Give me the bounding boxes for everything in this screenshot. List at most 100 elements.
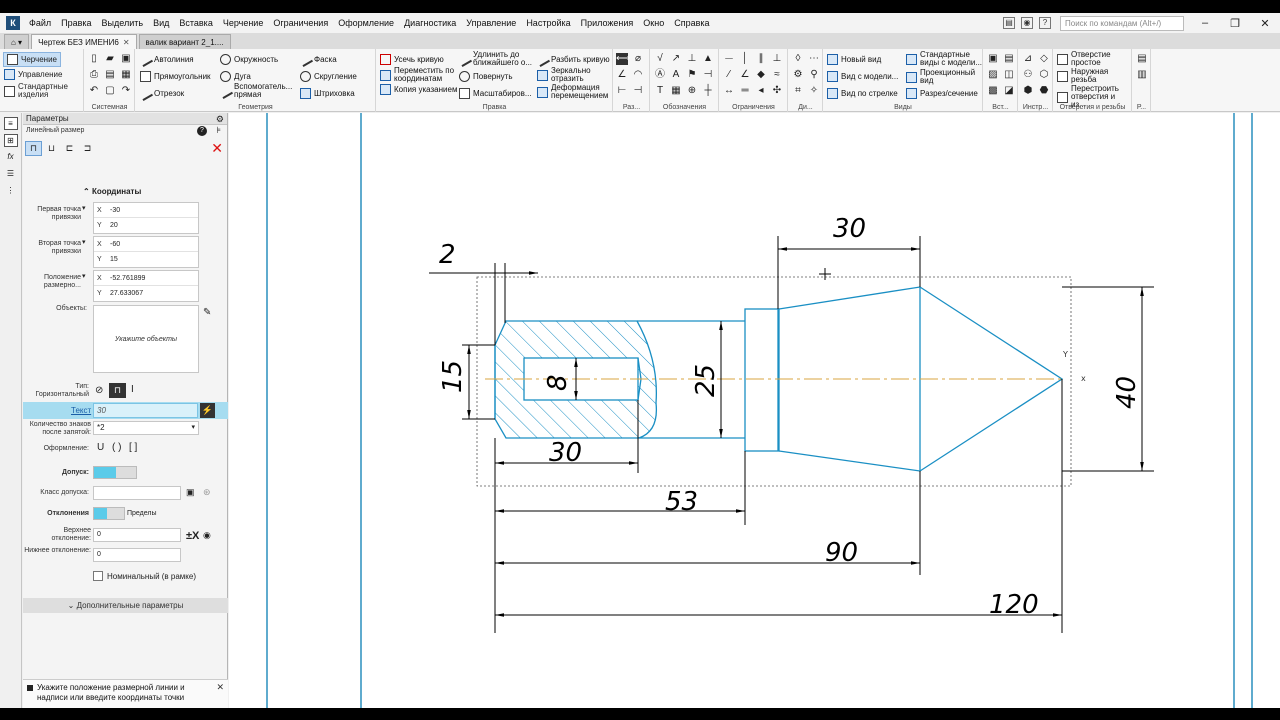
diag-icon-1[interactable]: ◊ — [792, 53, 804, 65]
redo-icon[interactable]: ↷ — [120, 85, 132, 97]
menu-window[interactable]: Окно — [638, 18, 669, 28]
chevron-down-icon[interactable]: ▾ — [82, 272, 86, 280]
chevron-down-icon[interactable]: ▾ — [82, 238, 86, 246]
tree-icon[interactable]: ⊧ — [216, 125, 221, 136]
menu-manage[interactable]: Управление — [461, 18, 521, 28]
undo-icon[interactable]: ↶ — [88, 85, 100, 97]
equal-len-icon[interactable]: ═ — [739, 85, 751, 97]
radial-dim-icon[interactable]: ◠ — [632, 69, 644, 81]
catalog-icon[interactable]: ▣ — [186, 487, 195, 498]
additional-params-toggle[interactable]: ⌄ Дополнительные параметры — [23, 598, 228, 613]
parameters-panel-icon[interactable]: ≡ — [3, 117, 18, 130]
image-icon[interactable]: ▣ — [987, 53, 999, 65]
scale-button[interactable]: Масштабиров... — [459, 88, 532, 99]
deform-button[interactable]: Деформация перемещением — [537, 84, 611, 100]
base-icon[interactable]: ▲ — [702, 53, 714, 65]
vertical-icon[interactable]: │ — [739, 53, 751, 65]
chevron-down-icon[interactable]: ▾ — [82, 204, 86, 212]
fillet-button[interactable]: Скругление — [300, 71, 357, 82]
save-icon[interactable]: ▣ — [120, 53, 132, 65]
swap-deviations-icon[interactable]: ±X — [186, 530, 199, 542]
screenshot-icon[interactable]: ◉ — [1021, 17, 1033, 29]
tag-icon[interactable]: ⚑ — [686, 69, 698, 81]
measure-icon[interactable]: ⊿ — [1022, 53, 1034, 65]
x-field[interactable]: X -30 — [94, 203, 198, 218]
coincident-icon[interactable]: ↔ — [723, 85, 735, 97]
tree-panel-icon[interactable]: ⊞ — [3, 134, 18, 147]
diag-icon-5[interactable]: ⌗ — [792, 85, 804, 97]
text-label[interactable]: Текст — [71, 406, 91, 415]
y-field[interactable]: Y 15 — [94, 252, 198, 267]
decimals-select[interactable]: *2 ▾ — [93, 421, 199, 435]
tool3-icon[interactable]: ⚇ — [1022, 69, 1034, 81]
deviations-label[interactable]: Отклонения — [23, 510, 89, 518]
dim-text-8[interactable]: 8 — [543, 374, 573, 391]
dim-mode-base-icon[interactable]: ⊏ — [61, 141, 78, 156]
aux-line-button[interactable]: Вспомогатель... прямая — [217, 83, 296, 99]
mode-manage[interactable]: Управление — [4, 69, 62, 80]
perpendicular-icon[interactable]: ⊥ — [771, 53, 783, 65]
collinear-icon[interactable]: ✣ — [771, 85, 783, 97]
arrow-view-button[interactable]: Вид по стрелке — [827, 88, 898, 99]
gear-icon[interactable]: ⚙ — [216, 113, 224, 125]
home-icon[interactable]: ⌂ ▾ — [4, 34, 30, 49]
copy-button[interactable]: Копия указанием — [380, 84, 458, 95]
deviations-toggle[interactable] — [93, 507, 125, 520]
mirror-button[interactable]: Зеркально отразить — [537, 67, 611, 83]
format-parentheses-button[interactable]: ( ) — [112, 442, 121, 453]
drawing-canvas[interactable]: Y x 2 30 15 8 25 30 53 90 120 40 — [229, 113, 1280, 708]
center-mark-icon[interactable]: ⊕ — [686, 85, 698, 97]
print-icon[interactable]: ⎙ — [88, 69, 100, 81]
dim-text-2[interactable]: 2 — [439, 240, 456, 270]
tangent-icon[interactable]: ∠ — [739, 69, 751, 81]
dim-mode-simple-icon[interactable]: ⊓ — [25, 141, 42, 156]
arc-button[interactable]: Дуга — [220, 71, 251, 82]
new-view-button[interactable]: Новый вид — [827, 54, 881, 65]
nominal-checkbox[interactable] — [93, 571, 103, 581]
autoline-button[interactable]: Автолиния — [137, 51, 194, 68]
variables-icon[interactable]: fx — [4, 151, 18, 164]
segment-button[interactable]: Отрезок — [137, 85, 184, 102]
chain-dim-icon[interactable]: ⊢ — [616, 85, 628, 97]
menu-insert[interactable]: Вставка — [174, 18, 217, 28]
rectangle-button[interactable]: Прямоугольник — [140, 71, 211, 82]
fix-icon[interactable]: ◆ — [755, 69, 767, 81]
link-icon[interactable]: ◫ — [1003, 69, 1015, 81]
menu-settings[interactable]: Настройка — [521, 18, 575, 28]
axis-icon[interactable]: ┼ — [702, 85, 714, 97]
section-button[interactable]: Разрез/сечение — [906, 88, 978, 99]
insert-view-icon[interactable]: ◪ — [1003, 85, 1015, 97]
position-icon[interactable]: ⊥ — [686, 53, 698, 65]
diag-icon-4[interactable]: ⚲ — [808, 69, 820, 81]
open-icon[interactable]: ▰ — [104, 53, 116, 65]
y-field[interactable]: Y 20 — [94, 218, 198, 233]
layout-icon[interactable]: ▤ — [1003, 17, 1015, 29]
tool6-icon[interactable]: ⬣ — [1038, 85, 1050, 97]
cut-line-icon[interactable]: ⊣ — [702, 69, 714, 81]
spec-icon[interactable]: ▥ — [1136, 69, 1148, 81]
dim-text-30-bottom[interactable]: 30 — [549, 438, 582, 468]
x-field[interactable]: X -60 — [94, 237, 198, 252]
coords-section-header[interactable]: ⌃ Координаты — [23, 187, 228, 199]
equal-icon[interactable]: ≈ — [771, 69, 783, 81]
tab-drawing[interactable]: Чертеж БЕЗ ИМЕНИ6 ✕ — [31, 34, 137, 49]
clipboard-icon[interactable]: ▢ — [104, 85, 116, 97]
objects-list[interactable]: Укажите объекты — [93, 305, 199, 373]
upper-deviation-input[interactable]: 0 — [93, 528, 181, 542]
type-vertical-icon[interactable]: I — [131, 384, 134, 395]
limits-label[interactable]: Пределы — [127, 510, 157, 517]
select-objects-icon[interactable]: ✎ — [203, 307, 211, 318]
lightning-icon[interactable]: ⚡ — [200, 403, 215, 418]
diameter-dim-icon[interactable]: ⌀ — [632, 53, 644, 65]
simple-hole-button[interactable]: Отверстие простое — [1057, 51, 1131, 67]
question-icon[interactable]: ? — [197, 126, 207, 136]
outer-thread-button[interactable]: Наружная резьба — [1057, 68, 1131, 84]
tool5-icon[interactable]: ⬢ — [1022, 85, 1034, 97]
chamfer-button[interactable]: Фаска — [297, 51, 337, 68]
mode-standard-parts[interactable]: Стандартные изделия — [4, 83, 78, 99]
hatch-button[interactable]: Штриховка — [300, 88, 355, 99]
tab-close-icon[interactable]: ✕ — [123, 38, 130, 47]
dim-mode-shelf-icon[interactable]: ⊐ — [79, 141, 96, 156]
symmetric-icon[interactable]: ◂ — [755, 85, 767, 97]
close-icon[interactable]: ✕ — [1250, 17, 1280, 30]
